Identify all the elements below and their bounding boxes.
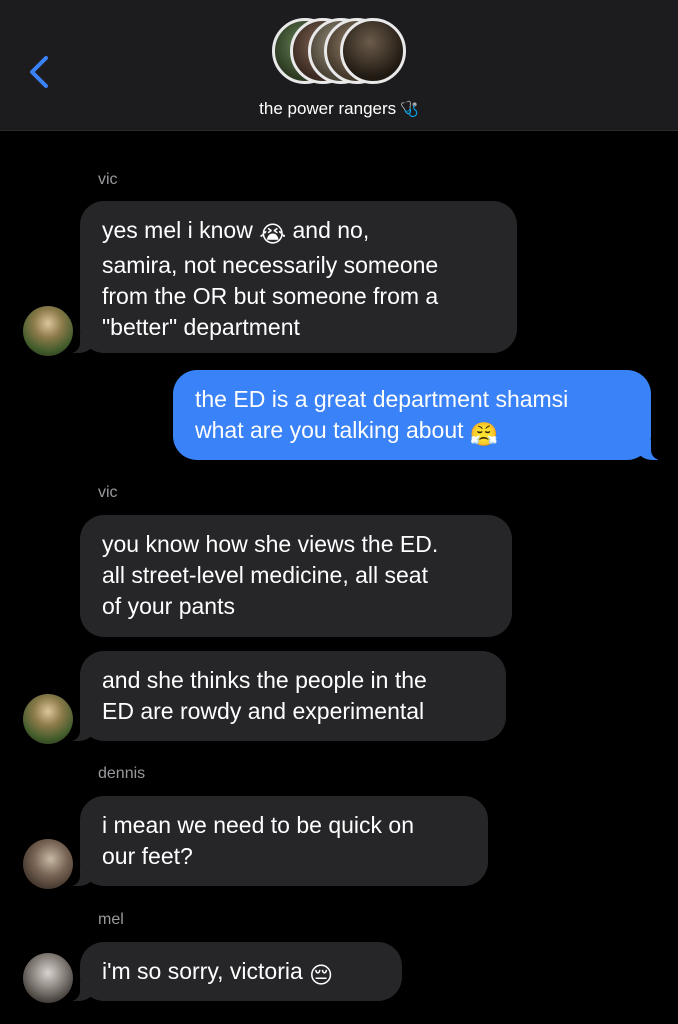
message-line: the ED is a great department shamsi: [195, 386, 569, 412]
message-text: and no,: [292, 217, 370, 243]
stethoscope-icon: 🩺: [400, 101, 419, 118]
message-text: what are you talking about: [195, 417, 464, 443]
message-bubble[interactable]: i mean we need to be quick on our feet?: [68, 796, 488, 886]
message-line: yes mel i know 😭 and no,: [102, 215, 495, 250]
message-bubble[interactable]: yes mel i know 😭 and no, samira, not nec…: [68, 201, 517, 353]
group-name-button[interactable]: the power rangers 🩺: [0, 99, 678, 119]
message-line: of your pants: [102, 593, 235, 619]
message-line: from the OR but someone from a: [102, 283, 439, 309]
sender-name: mel: [98, 911, 124, 928]
message-line: what are you talking about 😤: [195, 415, 629, 450]
message-line: you know how she views the ED.: [102, 531, 439, 557]
message-line: all street-level medicine, all seat: [102, 562, 428, 588]
group-name: the power rangers: [259, 99, 397, 118]
sender-name: dennis: [98, 765, 146, 782]
group-avatar: [340, 18, 406, 84]
pensive-face-emoji-icon: 😔: [309, 962, 334, 988]
message-bubble[interactable]: i'm so sorry, victoria 😔: [68, 942, 402, 1001]
message-text: i'm so sorry, victoria: [102, 958, 303, 984]
message-bubble[interactable]: and she thinks the people in the ED are …: [68, 651, 506, 741]
message-bubble[interactable]: the ED is a great department shamsi what…: [173, 370, 663, 460]
sender-name: vic: [98, 484, 118, 501]
message-text: yes mel i know: [102, 217, 253, 243]
face-with-steam-emoji-icon: 😤: [469, 421, 499, 447]
back-button[interactable]: [24, 52, 56, 92]
loudly-crying-emoji-icon: 😭: [259, 221, 287, 247]
message-line: "better" department: [102, 314, 300, 340]
message-bubble[interactable]: you know how she views the ED. all stree…: [80, 515, 512, 637]
avatar[interactable]: [23, 306, 73, 356]
message-line: ED are rowdy and experimental: [102, 698, 425, 724]
avatar[interactable]: [23, 953, 73, 1003]
message-line: and she thinks the people in the: [102, 667, 427, 693]
chevron-left-icon: [30, 56, 48, 88]
avatar[interactable]: [23, 694, 73, 744]
message-line: i'm so sorry, victoria 😔: [102, 956, 380, 991]
message-line: samira, not necessarily someone: [102, 252, 439, 278]
sender-name: vic: [98, 171, 118, 188]
message-line: i mean we need to be quick on: [102, 812, 414, 838]
conversation-header: the power rangers 🩺: [0, 0, 678, 131]
message-line: our feet?: [102, 843, 193, 869]
group-avatar-stack[interactable]: [272, 18, 410, 88]
avatar[interactable]: [23, 839, 73, 889]
